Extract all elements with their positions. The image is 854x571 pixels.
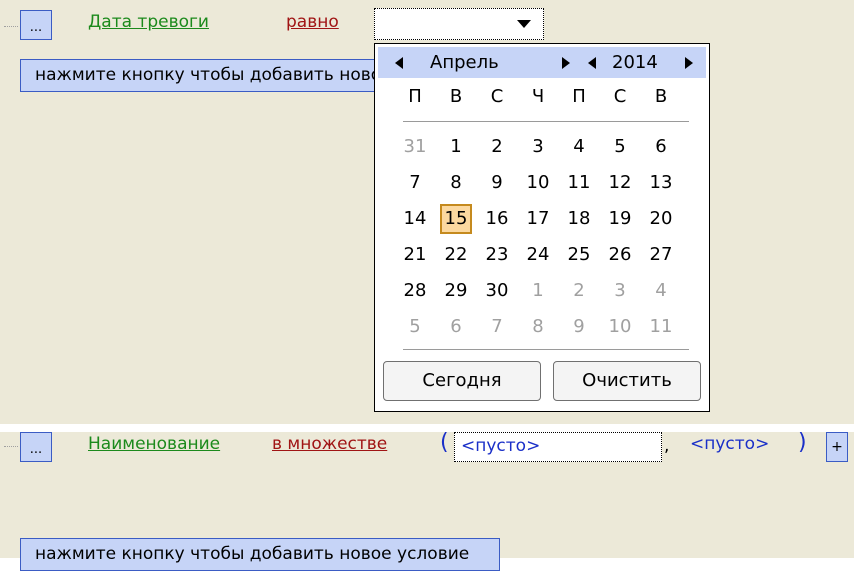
calendar-day-other-month[interactable]: 7: [481, 312, 513, 342]
calendar-day-other-month[interactable]: 11: [645, 312, 677, 342]
calendar-day[interactable]: 19: [604, 204, 636, 234]
set-value-input-2[interactable]: <пусто>: [690, 434, 769, 454]
calendar-day[interactable]: 10: [522, 168, 554, 198]
clear-button[interactable]: Очистить: [553, 361, 701, 401]
condition-panel-bottom: ... Наименование в множестве ( <пусто> ,…: [0, 430, 854, 571]
tree-connector: [4, 26, 18, 27]
calendar-day[interactable]: 6: [645, 132, 677, 162]
calendar-day[interactable]: 25: [563, 240, 595, 270]
calendar-day[interactable]: 2: [481, 132, 513, 162]
tree-connector: [4, 446, 18, 447]
next-year-arrow-icon[interactable]: [685, 57, 693, 69]
calendar-day[interactable]: 23: [481, 240, 513, 270]
field-selector-link[interactable]: Дата тревоги: [88, 12, 209, 32]
calendar-day-other-month[interactable]: 1: [522, 276, 554, 306]
operator-selector-link[interactable]: в множестве: [272, 434, 387, 454]
calendar-day[interactable]: 8: [440, 168, 472, 198]
add-value-button[interactable]: +: [826, 432, 848, 462]
weekday-divider: [403, 121, 689, 122]
calendar-day[interactable]: 16: [481, 204, 513, 234]
calendar-day[interactable]: 14: [399, 204, 431, 234]
calendar-day-other-month[interactable]: 10: [604, 312, 636, 342]
calendar-day[interactable]: 13: [645, 168, 677, 198]
calendar-day-other-month[interactable]: 9: [563, 312, 595, 342]
calendar-day[interactable]: 1: [440, 132, 472, 162]
calendar-day[interactable]: 18: [563, 204, 595, 234]
calendar-day[interactable]: 21: [399, 240, 431, 270]
calendar-day-other-month[interactable]: 31: [399, 132, 431, 162]
condition-menu-button[interactable]: ...: [20, 432, 52, 462]
weekday-label: В: [654, 86, 668, 107]
weekday-label: П: [408, 86, 422, 107]
calendar-day-other-month[interactable]: 2: [563, 276, 595, 306]
condition-menu-button[interactable]: ...: [20, 10, 52, 40]
calendar-day-other-month[interactable]: 3: [604, 276, 636, 306]
next-month-arrow-icon[interactable]: [562, 57, 570, 69]
calendar-day-other-month[interactable]: 4: [645, 276, 677, 306]
footer-divider: [403, 349, 689, 350]
weekday-label: С: [490, 86, 504, 107]
calendar-day[interactable]: 3: [522, 132, 554, 162]
dropdown-arrow-icon[interactable]: [517, 20, 531, 28]
year-label: 2014: [612, 52, 658, 73]
calendar-day[interactable]: 7: [399, 168, 431, 198]
calendar-day-other-month[interactable]: 5: [399, 312, 431, 342]
prev-month-arrow-icon[interactable]: [395, 57, 403, 69]
calendar-day[interactable]: 30: [481, 276, 513, 306]
calendar-day[interactable]: 12: [604, 168, 636, 198]
calendar-day[interactable]: 26: [604, 240, 636, 270]
operator-selector-link[interactable]: равно: [286, 12, 339, 32]
calendar-day[interactable]: 28: [399, 276, 431, 306]
date-picker-popup: Апрель 2014 ПВСЧПСВ 31 1 2 3 4 5 6 7 8 9 10 11 12 13 1…: [374, 43, 710, 412]
calendar-day-other-month[interactable]: 6: [440, 312, 472, 342]
weekday-label: В: [449, 86, 463, 107]
calendar-day[interactable]: 22: [440, 240, 472, 270]
close-paren: ): [798, 430, 807, 455]
date-value-combobox[interactable]: [374, 8, 544, 40]
set-value-1-text: <пусто>: [461, 436, 541, 456]
weekday-label: Ч: [531, 86, 545, 107]
open-paren: (: [440, 430, 449, 455]
calendar-header: Апрель 2014: [378, 47, 706, 78]
calendar-day[interactable]: 17: [522, 204, 554, 234]
weekday-label: С: [613, 86, 627, 107]
weekday-label: П: [572, 86, 586, 107]
calendar-day-selected[interactable]: 15: [440, 204, 472, 234]
value-separator: ,: [664, 436, 670, 456]
set-value-input-1[interactable]: <пусто>: [454, 432, 662, 462]
calendar-day[interactable]: 5: [604, 132, 636, 162]
calendar-day[interactable]: 20: [645, 204, 677, 234]
calendar-day[interactable]: 9: [481, 168, 513, 198]
calendar-day[interactable]: 27: [645, 240, 677, 270]
calendar-day[interactable]: 24: [522, 240, 554, 270]
calendar-day-other-month[interactable]: 8: [522, 312, 554, 342]
prev-year-arrow-icon[interactable]: [588, 57, 596, 69]
month-label: Апрель: [430, 52, 499, 73]
calendar-day[interactable]: 4: [563, 132, 595, 162]
field-selector-link[interactable]: Наименование: [88, 434, 220, 454]
add-condition-button[interactable]: нажмите кнопку чтобы добавить новое усло…: [20, 59, 380, 92]
add-condition-button[interactable]: нажмите кнопку чтобы добавить новое усло…: [20, 538, 500, 571]
calendar-day[interactable]: 11: [563, 168, 595, 198]
today-button[interactable]: Сегодня: [383, 361, 541, 401]
calendar-day[interactable]: 29: [440, 276, 472, 306]
